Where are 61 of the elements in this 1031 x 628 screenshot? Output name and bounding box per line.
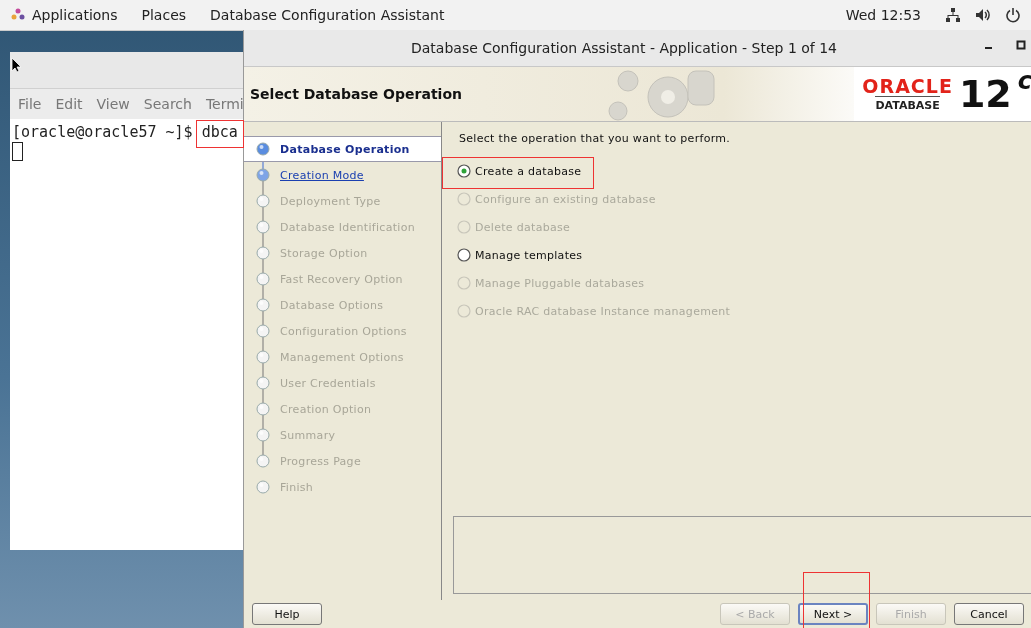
wizard-step: Progress Page — [244, 448, 441, 474]
wizard-step: Deployment Type — [244, 188, 441, 214]
wizard-step: Creation Option — [244, 396, 441, 422]
step-dot-icon — [256, 194, 270, 208]
terminal-menu[interactable]: Search — [143, 96, 192, 112]
text-cursor — [12, 142, 23, 161]
instruction-text: Select the operation that you want to perform. — [459, 132, 732, 145]
step-dot-icon — [256, 168, 270, 182]
network-icon[interactable] — [945, 7, 961, 23]
step-dot-icon — [256, 298, 270, 312]
dialog-button[interactable]: Cancel — [954, 603, 1024, 625]
wizard-step: Storage Option — [244, 240, 441, 266]
dialog-title: Database Configuration Assistant - Application - Step 1 of 14 — [411, 40, 837, 56]
wizard-step: Fast Recovery Option — [244, 266, 441, 292]
terminal-menu[interactable]: View — [96, 96, 130, 112]
highlight-frame — [803, 572, 870, 628]
step-dot-icon — [256, 454, 270, 468]
step-dot-icon — [256, 142, 270, 156]
highlight-frame — [196, 120, 244, 148]
terminal-prompt: [oracle@oracle57 ~]$ — [12, 123, 193, 141]
top-bar-menu[interactable]: Database Configuration Assistant — [210, 7, 445, 23]
wizard-step: Database Options — [244, 292, 441, 318]
logo-version: 12 — [958, 74, 1012, 114]
step-dot-icon — [256, 220, 270, 234]
wizard-step: Configuration Options — [244, 318, 441, 344]
option-label[interactable]: Manage templates — [475, 248, 583, 262]
step-dot-icon — [256, 350, 270, 364]
mouse-pointer-icon — [11, 57, 21, 73]
wizard-step[interactable]: Creation Mode — [244, 162, 441, 188]
help-button[interactable]: Help — [252, 603, 322, 625]
step-dot-icon — [256, 480, 270, 494]
wizard-step: Database Identification — [244, 214, 441, 240]
radio-button[interactable] — [457, 248, 471, 262]
step-dot-icon — [256, 246, 270, 260]
step-dot-icon — [256, 428, 270, 442]
terminal-menu[interactable]: Termi — [205, 96, 244, 112]
option-label[interactable]: Create a database — [475, 164, 582, 178]
wizard-step: User Credentials — [244, 370, 441, 396]
wizard-step: Summary — [244, 422, 441, 448]
terminal-menu[interactable]: File — [18, 96, 42, 112]
logo-suffix: c — [1017, 67, 1031, 95]
top-bar-menu[interactable]: Places — [141, 7, 187, 23]
step-dot-icon — [256, 402, 270, 416]
clock[interactable]: Wed 12:53 — [845, 7, 921, 23]
page-title: Select Database Operation — [250, 86, 462, 102]
step-dot-icon — [256, 376, 270, 390]
wizard-step: Management Options — [244, 344, 441, 370]
volume-icon[interactable] — [975, 7, 991, 23]
wizard-step: Database Operation — [244, 136, 441, 162]
dialog-button[interactable]: Next > — [798, 603, 868, 625]
step-dot-icon — [256, 324, 270, 338]
top-bar-menu[interactable]: Applications — [32, 7, 118, 23]
maximize-icon[interactable] — [1016, 40, 1026, 50]
logo-product: DATABASE — [875, 96, 940, 112]
step-dot-icon — [256, 272, 270, 286]
logo-brand: ORACLE — [862, 76, 953, 96]
power-icon[interactable] — [1005, 7, 1021, 23]
terminal-menu[interactable]: Edit — [55, 96, 83, 112]
radio-button[interactable] — [457, 164, 471, 178]
terminal-command: dbca — [201, 123, 238, 141]
wizard-step: Finish — [244, 474, 441, 500]
